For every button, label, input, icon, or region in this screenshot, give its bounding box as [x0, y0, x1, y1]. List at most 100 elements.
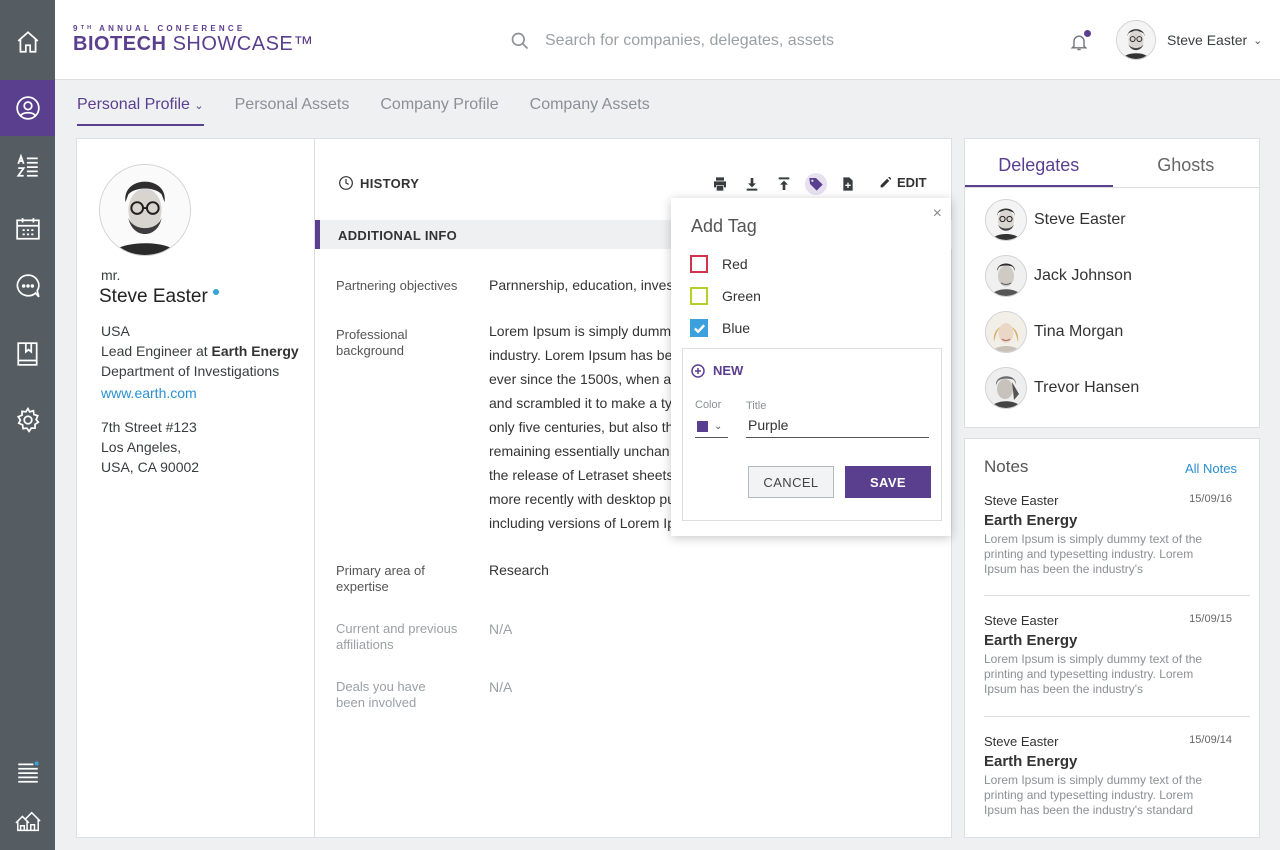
note-date: 15/09/14	[1189, 734, 1232, 746]
tab-personal-assets[interactable]: Personal Assets	[235, 82, 350, 126]
note-item[interactable]: Steve Easter 15/09/16 Earth Energy Lorem…	[984, 493, 1250, 577]
nav-menu[interactable]	[0, 744, 55, 800]
profile-address-line3: USA, CA 90002	[101, 459, 200, 475]
text-line: the release of Letraset sheets	[489, 467, 674, 483]
delegate-name: Jack Johnson	[1034, 267, 1132, 284]
plus-circle-icon	[691, 363, 705, 378]
tab-company-profile[interactable]: Company Profile	[380, 82, 498, 126]
tab-ghosts[interactable]: Ghosts	[1113, 139, 1260, 187]
checkbox-checked[interactable]	[690, 319, 708, 337]
tab-delegates[interactable]: Delegates	[965, 139, 1113, 187]
upload-button[interactable]	[768, 173, 800, 195]
text-line: Lorem Ipsum is simply dumm	[489, 323, 672, 339]
note-item[interactable]: Steve Easter 15/09/15 Earth Energy Lorem…	[984, 613, 1250, 697]
user-menu[interactable]: Steve Easter ⌄	[1116, 20, 1262, 60]
tag-option-label: Red	[722, 256, 748, 272]
delegate-item[interactable]: Trevor Hansen	[985, 367, 1139, 409]
field-value-multiline: Lorem Ipsum is simply dumm industry. Lor…	[489, 319, 674, 535]
nav-calendar[interactable]	[0, 201, 55, 257]
field-label: Primary area of expertise	[336, 563, 425, 594]
logo-brand-thin: SHOWCASE™	[172, 33, 314, 55]
chevron-down-icon: ⌄	[1253, 34, 1263, 47]
field-label: Professional background	[336, 327, 408, 358]
text-line: only five centuries, but also th	[489, 419, 674, 435]
note-body: Lorem Ipsum is simply dummy text of the …	[984, 532, 1203, 576]
az-list-icon	[16, 153, 38, 177]
checkbox[interactable]	[690, 287, 708, 305]
chevron-down-icon: ⌄	[194, 100, 204, 112]
nav-directory[interactable]	[0, 138, 55, 194]
checkbox[interactable]	[690, 255, 708, 273]
color-swatch	[697, 421, 708, 432]
divider	[984, 716, 1250, 717]
tag-option-red[interactable]: Red	[690, 255, 748, 273]
profile-card: mr. Steve Easter USA Lead Engineer at Ea…	[76, 138, 315, 838]
tag-title-input[interactable]	[746, 413, 929, 438]
delegate-item[interactable]: Jack Johnson	[985, 255, 1132, 297]
section-title: ADDITIONAL INFO	[338, 228, 458, 243]
note-item[interactable]: Steve Easter 15/09/14 Earth Energy Lorem…	[984, 734, 1250, 818]
tag-option-green[interactable]: Green	[690, 287, 761, 305]
all-notes-link[interactable]: All Notes	[1185, 461, 1237, 476]
notifications-button[interactable]	[1069, 30, 1091, 54]
notes-card: Notes All Notes Steve Easter 15/09/16 Ea…	[964, 438, 1260, 838]
color-select[interactable]: ⌄	[695, 416, 728, 438]
nav-settings[interactable]	[0, 392, 55, 448]
nav-library[interactable]	[0, 326, 55, 382]
nav-messages[interactable]	[0, 258, 55, 314]
search-input[interactable]	[545, 32, 945, 50]
profile-address-line2: Los Angeles,	[101, 439, 182, 455]
upload-icon	[778, 177, 790, 190]
note-company: Earth Energy	[984, 632, 1078, 649]
menu-lines-icon	[17, 761, 39, 783]
add-file-button[interactable]	[832, 173, 864, 195]
cancel-button[interactable]: CANCEL	[748, 466, 834, 498]
profile-role: Lead Engineer at Earth Energy	[101, 343, 299, 359]
text-line: including versions of Lorem Ip	[489, 515, 674, 531]
close-icon[interactable]: ×	[933, 205, 942, 223]
pencil-icon	[880, 176, 892, 188]
chevron-down-icon: ⌄	[714, 421, 723, 432]
tag-button[interactable]	[800, 173, 832, 195]
left-nav	[0, 0, 55, 850]
note-body: Lorem Ipsum is simply dummy text of the …	[984, 652, 1203, 696]
profile-photo	[99, 164, 191, 256]
delegate-item[interactable]: Tina Morgan	[985, 311, 1123, 353]
field-label: Partnering objectives	[336, 278, 458, 293]
field-value: N/A	[489, 679, 513, 695]
text-line: remaining essentially unchan	[489, 443, 670, 459]
chat-bubble-icon	[16, 274, 40, 298]
nav-profile[interactable]	[0, 80, 55, 136]
profile-company: Earth Energy	[211, 343, 299, 359]
download-button[interactable]	[736, 173, 768, 195]
tab-company-assets[interactable]: Company Assets	[530, 82, 650, 126]
add-tag-popup: × Add Tag Red Green Blue NEW Color Title…	[671, 198, 951, 536]
new-tag-panel: NEW Color Title ⌄ CANCEL SAVE	[682, 348, 942, 521]
save-button[interactable]: SAVE	[845, 466, 931, 498]
nav-home[interactable]	[0, 14, 55, 70]
avatar	[985, 311, 1027, 353]
conference-logo[interactable]: 9ᵀᴴ ANNUAL CONFERENCE BIOTECH SHOWCASE™	[73, 24, 314, 55]
profile-website-link[interactable]: www.earth.com	[101, 385, 197, 401]
action-toolbar	[704, 173, 864, 195]
field-label: Deals you have been involved	[336, 679, 426, 710]
check-icon	[693, 323, 705, 333]
text-line: ever since the 1500s, when ar	[489, 371, 674, 387]
online-status-dot	[212, 289, 219, 295]
new-tag-button[interactable]: NEW	[691, 363, 743, 378]
edit-button[interactable]: EDIT	[879, 175, 927, 190]
tag-icon	[809, 178, 823, 191]
tag-option-blue[interactable]: Blue	[690, 319, 750, 337]
delegate-name: Trevor Hansen	[1034, 379, 1140, 396]
title-label: Title	[746, 400, 767, 412]
user-face-icon	[986, 200, 1026, 240]
history-button[interactable]: HISTORY	[338, 175, 419, 191]
print-button[interactable]	[704, 173, 736, 195]
delegate-item[interactable]: Steve Easter	[985, 199, 1126, 241]
tag-option-label: Blue	[722, 320, 751, 336]
nav-venue[interactable]	[0, 794, 55, 850]
divider	[984, 595, 1250, 596]
edit-label: EDIT	[897, 175, 927, 190]
tab-personal-profile[interactable]: Personal Profile ⌄	[77, 82, 204, 126]
top-header: 9ᵀᴴ ANNUAL CONFERENCE BIOTECH SHOWCASE™ …	[55, 0, 1280, 80]
